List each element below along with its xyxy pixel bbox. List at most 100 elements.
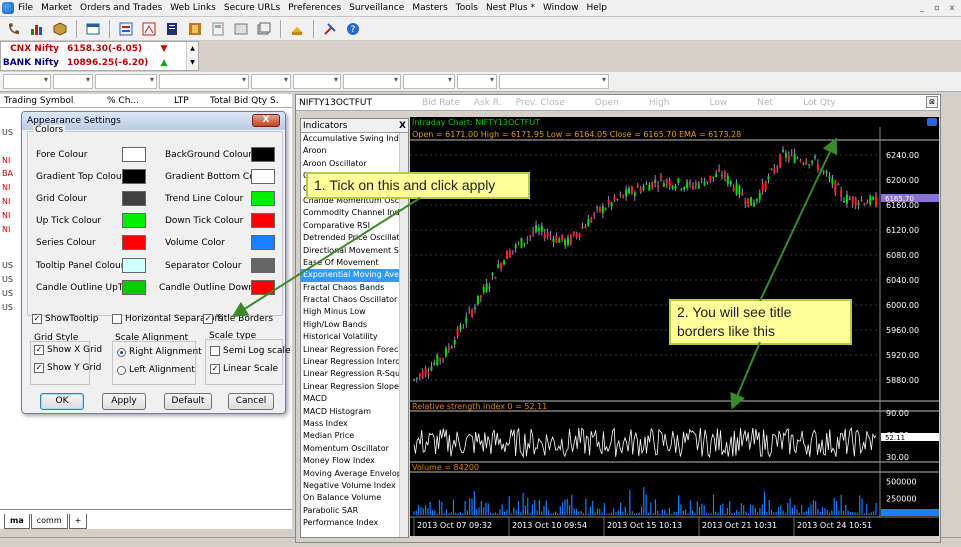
color-swatch-button[interactable] (122, 280, 146, 295)
menu-tools[interactable]: Tools (456, 3, 478, 13)
color-swatch-button[interactable] (251, 258, 275, 273)
help-icon[interactable]: ? (343, 19, 363, 39)
indicator-item[interactable]: Exponential Moving Average (301, 269, 408, 282)
tools-icon[interactable] (320, 19, 340, 39)
color-swatch-button[interactable] (251, 280, 275, 295)
indicator-item[interactable]: Money Flow Index (301, 455, 408, 467)
exchange-combo[interactable] (3, 74, 51, 89)
indicator-item[interactable]: MACD Histogram (301, 406, 408, 418)
list-icon[interactable] (116, 19, 136, 39)
indicator-item[interactable]: Performance Index (301, 517, 408, 529)
indicator-item[interactable]: Linear Regression Slope (301, 381, 408, 393)
menu-secure-urls[interactable]: Secure URLs (224, 3, 280, 13)
indicator-item[interactable]: Aroon (301, 145, 408, 157)
indicator-item[interactable]: On Balance Volume (301, 492, 408, 504)
table-row[interactable]: US (0, 303, 20, 314)
restore-icon[interactable]: ▫ (931, 2, 943, 14)
sheet-icon[interactable] (139, 19, 159, 39)
color-swatch-button[interactable] (251, 191, 275, 206)
series-combo[interactable] (343, 74, 401, 89)
folder-stack-icon[interactable] (254, 19, 274, 39)
indicator-item[interactable]: Median Price (301, 430, 408, 442)
ticker-row[interactable]: BANK Nifty 10896.25(-6.20) ▲ (1, 56, 198, 70)
default-button[interactable]: Default (164, 393, 212, 410)
color-swatch-button[interactable] (251, 169, 275, 184)
doc-icon[interactable] (162, 19, 182, 39)
menu-nest-plus[interactable]: Nest Plus * (486, 3, 535, 13)
table-row[interactable]: US (0, 261, 20, 272)
apply-button[interactable]: Apply (102, 393, 146, 410)
table-row[interactable]: NI (0, 211, 20, 222)
ticker-row[interactable]: CNX Nifty 6158.30(-6.05) ▼ (1, 42, 198, 56)
menu-file[interactable]: File (18, 3, 33, 13)
color-swatch-button[interactable] (251, 235, 275, 250)
indicator-item[interactable]: Linear Regression R-Squared (301, 368, 408, 380)
indicator-item[interactable]: Fractal Chaos Oscillator (301, 294, 408, 306)
indicator-item[interactable]: Moving Average Envelope (301, 468, 408, 480)
color-swatch-button[interactable] (122, 213, 146, 228)
color-swatch-button[interactable] (122, 147, 146, 162)
indicator-item[interactable]: Historical Volatility (301, 331, 408, 343)
watchlist-combo[interactable] (499, 74, 609, 89)
chart-icon[interactable] (27, 19, 47, 39)
table-row[interactable]: BA (0, 169, 20, 180)
semi-log-scale-checkbox[interactable]: Semi Log scale (210, 346, 291, 356)
show-tooltip-checkbox[interactable]: ✓ ShowTooltip (32, 314, 99, 324)
col-total-bid-qty[interactable]: Total Bid Qty (210, 96, 267, 106)
col-extra[interactable]: S. (270, 96, 279, 106)
menu-orders-and-trades[interactable]: Orders and Trades (80, 3, 162, 13)
indicator-item[interactable]: Detrended Price Oscillator (301, 232, 408, 244)
chart-close-button[interactable]: ⊠ (926, 96, 938, 108)
table-row[interactable]: US (0, 289, 20, 300)
option-type-combo[interactable] (251, 74, 291, 89)
calc-icon[interactable] (208, 19, 228, 39)
table-row[interactable]: NI (0, 197, 20, 208)
grid-icon[interactable] (185, 19, 205, 39)
color-swatch-button[interactable] (251, 147, 275, 162)
indicator-item[interactable]: Comparative RSI (301, 220, 408, 232)
right-alignment-radio[interactable]: Right Alignment (117, 347, 202, 357)
cube-icon[interactable] (50, 19, 70, 39)
menu-market[interactable]: Market (41, 3, 72, 13)
color-swatch-button[interactable] (122, 169, 146, 184)
close-icon[interactable]: x (946, 2, 958, 14)
indicator-item[interactable]: Directional Movement System (301, 245, 408, 257)
cancel-button[interactable]: Cancel (228, 393, 274, 410)
indicator-item[interactable]: Accumulative Swing Index (301, 133, 408, 145)
instrument-combo[interactable] (53, 74, 93, 89)
money-icon[interactable] (287, 19, 307, 39)
col-trading-symbol[interactable]: Trading Symbol (4, 96, 73, 106)
ok-button[interactable]: OK (40, 393, 84, 410)
symbol-combo[interactable] (95, 74, 157, 89)
tab-ma[interactable]: ma (4, 514, 30, 529)
table-row[interactable]: NI (0, 225, 20, 236)
indicator-item[interactable]: Linear Regression Intercept (301, 356, 408, 368)
dialog-close-button[interactable]: X (252, 114, 280, 127)
phone-icon[interactable] (4, 19, 24, 39)
indicator-item[interactable]: Negative Volume Index (301, 480, 408, 492)
indicators-close-button[interactable]: X (399, 121, 406, 131)
indicator-item[interactable]: Aroon Oscillator (301, 158, 408, 170)
menu-web-links[interactable]: Web Links (170, 3, 216, 13)
tab-comm[interactable]: comm (30, 514, 68, 529)
show-y-grid-checkbox[interactable]: ✓ Show Y Grid (34, 363, 101, 373)
show-x-grid-checkbox[interactable]: ✓ Show X Grid (34, 345, 102, 355)
minimize-icon[interactable]: _ (916, 2, 928, 14)
menu-preferences[interactable]: Preferences (288, 3, 341, 13)
order-type-combo[interactable] (457, 74, 497, 89)
indicator-item[interactable]: High/Low Bands (301, 319, 408, 331)
window-icon[interactable] (83, 19, 103, 39)
menu-masters[interactable]: Masters (412, 3, 447, 13)
expiry-combo[interactable] (159, 74, 249, 89)
indicator-item[interactable]: Mass Index (301, 418, 408, 430)
indicator-item[interactable]: Commodity Channel Index (301, 207, 408, 219)
indicator-item[interactable]: MACD (301, 393, 408, 405)
color-swatch-button[interactable] (122, 258, 146, 273)
indicator-item[interactable]: Linear Regression Forecast (301, 344, 408, 356)
color-swatch-button[interactable] (251, 213, 275, 228)
left-alignment-radio[interactable]: Left Alignment (117, 365, 195, 375)
table-row[interactable]: NI (0, 183, 20, 194)
menu-help[interactable]: Help (586, 3, 607, 13)
col-percent-change[interactable]: % Ch... (107, 96, 139, 106)
indicator-item[interactable]: Momentum Oscillator (301, 443, 408, 455)
